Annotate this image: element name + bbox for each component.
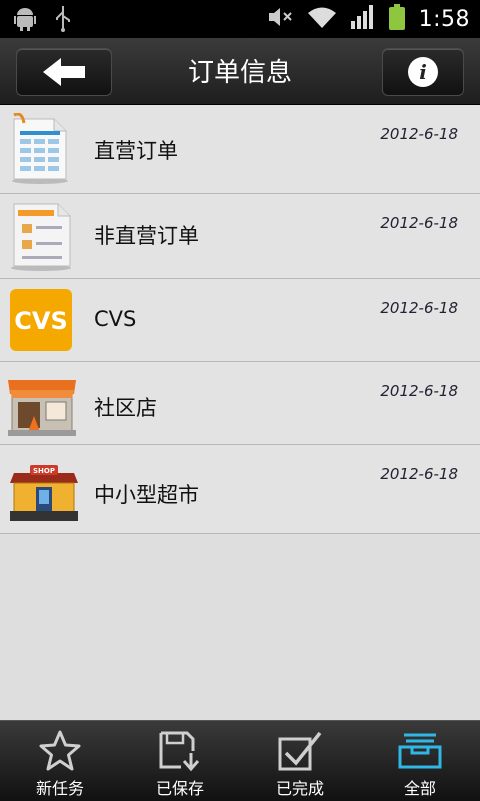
bottom-tab-bar: 新任务 已保存 已完成 全部 <box>0 720 480 801</box>
order-label: CVS <box>94 307 137 331</box>
tab-completed[interactable]: 已完成 <box>240 721 360 801</box>
order-label: 非直营订单 <box>94 224 199 248</box>
order-date: 2012-6-18 <box>380 214 458 232</box>
title-bar: 订单信息 i <box>0 38 480 105</box>
battery-icon <box>388 4 405 34</box>
inbox-icon <box>398 733 442 769</box>
order-label: 社区店 <box>94 396 157 420</box>
order-list: 直营订单 2012-6-18 非直营订单 2012-6-18 CVS CVS 2… <box>0 105 480 534</box>
clock: 1:58 <box>418 6 470 32</box>
document-icon <box>8 200 74 276</box>
tab-label: 全部 <box>403 779 436 798</box>
wifi-icon <box>307 6 337 32</box>
info-button[interactable]: i <box>382 48 464 96</box>
save-icon <box>159 731 200 772</box>
android-debug-icon <box>14 7 36 35</box>
order-label: 直营订单 <box>94 139 178 163</box>
list-item[interactable]: CVS CVS 2012-6-18 <box>0 279 480 362</box>
info-icon: i <box>408 57 438 87</box>
order-date: 2012-6-18 <box>380 382 458 400</box>
supermarket-shop-icon: SHOP <box>8 455 80 529</box>
star-icon <box>39 730 81 771</box>
list-item[interactable]: SHOP 中小型超市 2012-6-18 <box>0 445 480 534</box>
order-label: 中小型超市 <box>94 483 199 507</box>
order-date: 2012-6-18 <box>380 125 458 143</box>
status-bar: 1:58 <box>0 0 480 38</box>
store-icon <box>8 370 76 442</box>
list-item[interactable]: 直营订单 2012-6-18 <box>0 105 480 194</box>
tab-all[interactable]: 全部 <box>360 721 480 801</box>
list-item[interactable]: 非直营订单 2012-6-18 <box>0 194 480 279</box>
cvs-logo-text: CVS <box>14 307 67 335</box>
cvs-logo-icon: CVS <box>8 287 74 357</box>
svg-text:i: i <box>419 60 427 84</box>
mute-icon <box>267 6 293 32</box>
order-date: 2012-6-18 <box>380 299 458 317</box>
tab-saved[interactable]: 已保存 <box>120 721 240 801</box>
tab-label: 已完成 <box>275 779 324 798</box>
signal-icon <box>350 5 375 33</box>
spreadsheet-document-icon <box>8 112 72 189</box>
tab-label: 新任务 <box>35 779 84 798</box>
list-item[interactable]: 社区店 2012-6-18 <box>0 362 480 445</box>
tab-label: 已保存 <box>155 779 204 798</box>
checkbox-icon <box>278 731 322 771</box>
usb-icon <box>54 6 72 36</box>
shop-sign-text: SHOP <box>33 467 55 475</box>
tab-new-task[interactable]: 新任务 <box>0 721 120 801</box>
order-date: 2012-6-18 <box>380 465 458 483</box>
